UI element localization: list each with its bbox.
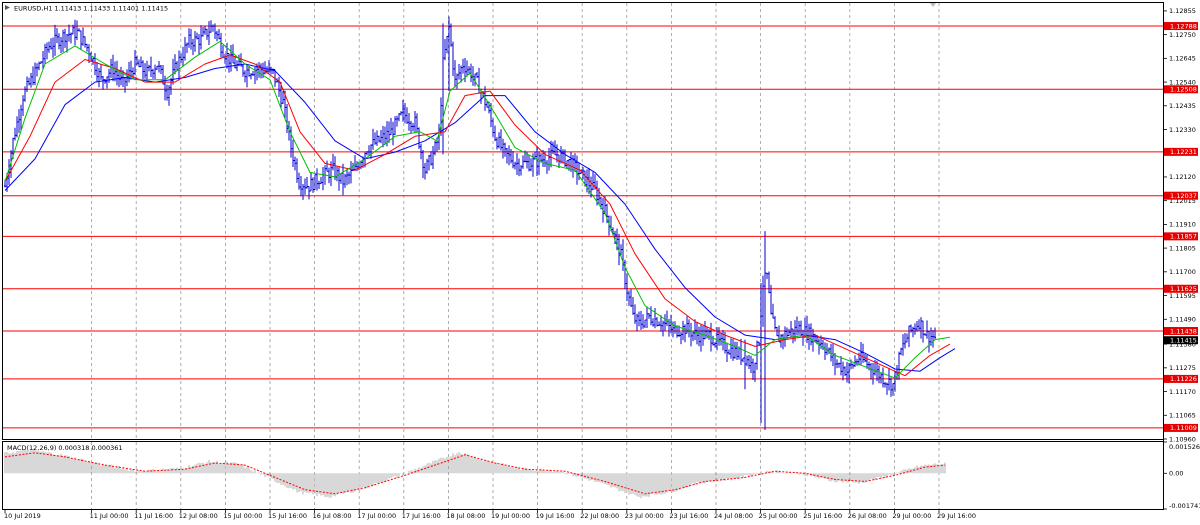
level-price-label: 1.11857 [1170, 233, 1197, 241]
time-tick-label: 29 Jul 16:00 [937, 512, 976, 520]
time-tick-label: 15 Jul 00:00 [223, 512, 262, 520]
price-tick-label: 1.11805 [1169, 244, 1196, 252]
time-tick-label: 17 Jul 00:00 [357, 512, 396, 520]
time-tick-label: 16 Jul 08:00 [313, 512, 352, 520]
time-tick-label: 19 Jul 00:00 [491, 512, 530, 520]
macd-tick-label: 0.001526 [1169, 443, 1200, 451]
level-price-label: 1.12037 [1170, 192, 1197, 200]
time-tick-label: 18 Jul 08:00 [446, 512, 485, 520]
level-price-label: 1.11009 [1170, 424, 1197, 432]
price-tick-label: 1.11490 [1169, 316, 1196, 324]
level-price-label: 1.11438 [1170, 327, 1197, 335]
price-tick-label: 1.12645 [1169, 55, 1196, 63]
level-price-label: 1.11226 [1170, 375, 1197, 383]
time-tick-label: 23 Jul 16:00 [669, 512, 708, 520]
macd-header: MACD(12,26,9) 0.000318 0.000361 [7, 444, 123, 452]
time-tick-label: 19 Jul 16:00 [536, 512, 575, 520]
time-tick-label: 17 Jul 16:00 [402, 512, 441, 520]
price-tick-label: 1.11910 [1169, 221, 1196, 229]
price-tick-label: 1.12750 [1169, 31, 1196, 39]
price-tick-label: 1.11065 [1169, 412, 1196, 420]
level-price-label: 1.11625 [1170, 285, 1197, 293]
time-tick-label: 11 Jul 16:00 [134, 512, 173, 520]
time-tick-label: 15 Jul 16:00 [268, 512, 307, 520]
macd-axis: 0.001526 0.00 -0.001741 [1163, 441, 1200, 510]
time-tick-label: 29 Jul 00:00 [892, 512, 931, 520]
time-tick-label: 22 Jul 08:00 [580, 512, 619, 520]
price-tick-label: 1.11275 [1169, 364, 1196, 372]
price-tick-label: 1.12120 [1169, 173, 1196, 181]
time-tick-label: 11 Jul 00:00 [90, 512, 129, 520]
price-tick-label: 1.12855 [1169, 7, 1196, 15]
level-price-label: 1.12508 [1170, 86, 1197, 94]
price-tick-label: 1.11700 [1169, 268, 1196, 276]
time-tick-label: 24 Jul 08:00 [714, 512, 753, 520]
chart-window[interactable]: 1.12855 1.12750 1.12645 1.12540 1.12435 1.123… [0, 0, 1200, 523]
price-tick-label: 1.11170 [1169, 388, 1196, 396]
current-price-label: 1.11415 [1170, 337, 1197, 345]
time-axis: 10 Jul 2019 11 Jul 00:00 11 Jul 16:00 12 Ju… [4, 510, 976, 520]
symbol-header: EURUSD,H1 1.11413 1.11433 1.11401 1.1141… [14, 5, 168, 13]
price-tick-label: 1.12330 [1169, 126, 1196, 134]
price-tick-label: 1.12435 [1169, 102, 1196, 110]
time-tick-label: 26 Jul 08:00 [848, 512, 887, 520]
level-price-label: 1.12231 [1170, 148, 1197, 156]
macd-tick-label: -0.001741 [1169, 502, 1200, 510]
macd-tick-label: 0.00 [1169, 470, 1183, 478]
time-tick-label: 25 Jul 00:00 [759, 512, 798, 520]
time-tick-label: 10 Jul 2019 [4, 512, 41, 520]
time-tick-label: 12 Jul 08:00 [179, 512, 218, 520]
time-tick-label: 23 Jul 00:00 [625, 512, 664, 520]
level-price-label: 1.12788 [1170, 22, 1197, 30]
time-tick-label: 25 Jul 16:00 [803, 512, 842, 520]
